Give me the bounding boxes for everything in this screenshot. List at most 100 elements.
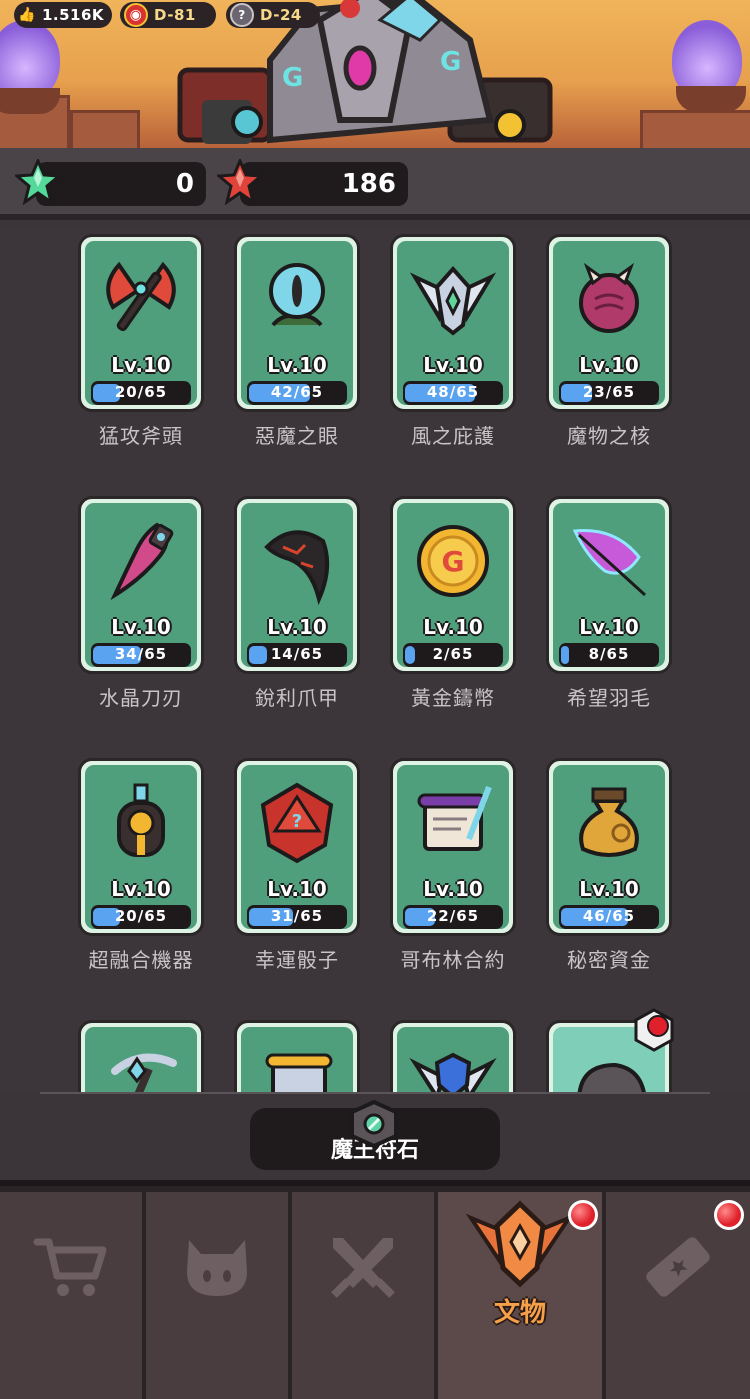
relic-card-frame[interactable]: Lv.10 8/65 — [546, 496, 672, 674]
relic-card-body — [241, 1027, 353, 1092]
torch-bowl — [676, 86, 746, 112]
question-hex-icon: ? — [230, 3, 254, 27]
relic-emblem-icon — [465, 1200, 575, 1288]
axe-icon — [97, 255, 185, 343]
stage-badge-gray[interactable]: ? D-24 — [226, 2, 320, 28]
relic-name: 秘密資金 — [567, 948, 651, 972]
relic-card-frame[interactable]: Lv.10 20/65 — [78, 758, 204, 936]
relic-progress-text: 22/65 — [426, 907, 480, 925]
relic-card-body: ? Lv.10 31/65 — [241, 765, 353, 929]
red-gem-counter: 186 — [240, 162, 408, 206]
relic-card[interactable]: ? Lv.10 31/65 幸運骰子 — [234, 758, 360, 973]
relic-card-frame[interactable]: Lv.10 42/65 — [234, 234, 360, 412]
thumbs-up-icon: 👍 — [18, 7, 36, 23]
relic-progress-bar: 42/65 — [247, 381, 347, 405]
relic-name: 超融合機器 — [88, 948, 194, 972]
tab-shop[interactable] — [0, 1192, 146, 1399]
relic-card[interactable]: G Lv.10 2/65 黃金鑄幣 — [390, 496, 516, 711]
tab-pass[interactable] — [606, 1192, 750, 1399]
likes-counter[interactable]: 👍 1.516K — [14, 2, 112, 28]
relic-progress-text: 2/65 — [432, 645, 474, 663]
relic-card[interactable]: Lv.10 23/65 魔物之核 — [546, 234, 672, 449]
top-banner: G G 👍 1.516K ◉ D-81 ? D-24 — [0, 0, 750, 148]
torch-bowl — [0, 88, 60, 114]
demon-eye-icon — [253, 255, 341, 343]
relic-card[interactable] — [78, 1020, 204, 1092]
relic-progress-text: 20/65 — [114, 383, 168, 401]
bottom-nav: 文物 — [0, 1180, 750, 1399]
relic-progress-bar: 20/65 — [91, 381, 191, 405]
rune-gem-icon — [350, 1100, 398, 1149]
relic-card-frame[interactable]: Lv.10 14/65 — [234, 496, 360, 674]
crossed-swords-icon — [331, 1238, 395, 1298]
relic-progress-text: 46/65 — [582, 907, 636, 925]
divider — [40, 1092, 710, 1094]
relic-card-body: Lv.10 34/65 — [85, 503, 197, 667]
relic-card-frame[interactable]: Lv.10 46/65 — [546, 758, 672, 936]
relic-card-frame[interactable]: G Lv.10 2/65 — [390, 496, 516, 674]
scroll-icon — [253, 1041, 341, 1092]
svg-text:G: G — [442, 545, 465, 578]
relic-progress-text: 48/65 — [426, 383, 480, 401]
relic-card[interactable]: Lv.10 20/65 超融合機器 — [78, 758, 204, 973]
relic-name: 幸運骰子 — [255, 948, 339, 972]
tab-monsters[interactable] — [146, 1192, 292, 1399]
relic-level: Lv.10 — [111, 877, 171, 901]
wing-emblem-icon — [409, 255, 497, 343]
relic-name: 水晶刀刃 — [99, 686, 183, 710]
relic-progress-bar: 22/65 — [403, 905, 503, 929]
dice-icon: ? — [253, 779, 341, 867]
relic-progress-text: 8/65 — [588, 645, 630, 663]
relic-name: 希望羽毛 — [567, 686, 651, 710]
relic-card-body: Lv.10 42/65 — [241, 241, 353, 405]
relic-card[interactable] — [234, 1020, 360, 1092]
relic-progress-bar: 23/65 — [559, 381, 659, 405]
gold-coin-icon: G — [409, 517, 497, 605]
relic-progress-bar: 46/65 — [559, 905, 659, 929]
notification-dot — [714, 1200, 744, 1230]
relic-card-frame[interactable] — [390, 1020, 516, 1092]
tab-battle[interactable] — [292, 1192, 438, 1399]
relic-level: Lv.10 — [579, 877, 639, 901]
new-relic-badge-icon — [632, 1008, 676, 1052]
contract-icon — [409, 779, 497, 867]
relic-card-frame[interactable] — [234, 1020, 360, 1092]
ticket-icon — [646, 1237, 710, 1297]
svg-text:?: ? — [292, 811, 302, 832]
relic-card-frame[interactable]: ? Lv.10 31/65 — [234, 758, 360, 936]
relic-card[interactable]: Lv.10 48/65 風之庇護 — [390, 234, 516, 449]
relic-level: Lv.10 — [267, 615, 327, 639]
stage-badge-red[interactable]: ◉ D-81 — [120, 2, 216, 28]
relic-card-body — [397, 1027, 509, 1092]
relic-card-frame[interactable]: Lv.10 48/65 — [390, 234, 516, 412]
relic-grid: Lv.10 20/65 猛攻斧頭 Lv.10 42/65 惡魔之眼 Lv.10 48/65 風之… — [0, 226, 750, 1092]
relic-progress-bar: 31/65 — [247, 905, 347, 929]
crystal-blade-icon — [97, 517, 185, 605]
relic-card[interactable]: Lv.10 8/65 希望羽毛 — [546, 496, 672, 711]
relic-level: Lv.10 — [579, 615, 639, 639]
relic-card-frame[interactable]: Lv.10 34/65 — [78, 496, 204, 674]
relic-card[interactable] — [390, 1020, 516, 1092]
tab-relics[interactable]: 文物 — [438, 1192, 606, 1399]
relic-level: Lv.10 — [423, 615, 483, 639]
relic-card[interactable]: Lv.10 34/65 水晶刀刃 — [78, 496, 204, 711]
relic-progress-text: 31/65 — [270, 907, 324, 925]
relic-card-body: Lv.10 48/65 — [397, 241, 509, 405]
relic-card-frame[interactable]: Lv.10 23/65 — [546, 234, 672, 412]
relic-card-frame[interactable]: Lv.10 22/65 — [390, 758, 516, 936]
relic-card-frame[interactable] — [78, 1020, 204, 1092]
relic-card-frame[interactable]: Lv.10 20/65 — [78, 234, 204, 412]
relic-progress-bar: 34/65 — [91, 643, 191, 667]
relic-level: Lv.10 — [111, 615, 171, 639]
relic-name: 黃金鑄幣 — [411, 686, 495, 710]
relic-progress-text: 42/65 — [270, 383, 324, 401]
cart-icon — [33, 1238, 107, 1296]
relic-card[interactable]: Lv.10 22/65 哥布林合約 — [390, 758, 516, 973]
pickaxe-icon — [97, 1041, 185, 1092]
relic-card[interactable]: Lv.10 46/65 秘密資金 — [546, 758, 672, 973]
relic-card[interactable]: Lv.10 20/65 猛攻斧頭 — [78, 234, 204, 449]
relic-card[interactable]: Lv.10 14/65 銳利爪甲 — [234, 496, 360, 711]
relic-card[interactable]: Lv.10 42/65 惡魔之眼 — [234, 234, 360, 449]
relic-name: 猛攻斧頭 — [99, 424, 183, 448]
feather-icon — [565, 517, 653, 605]
